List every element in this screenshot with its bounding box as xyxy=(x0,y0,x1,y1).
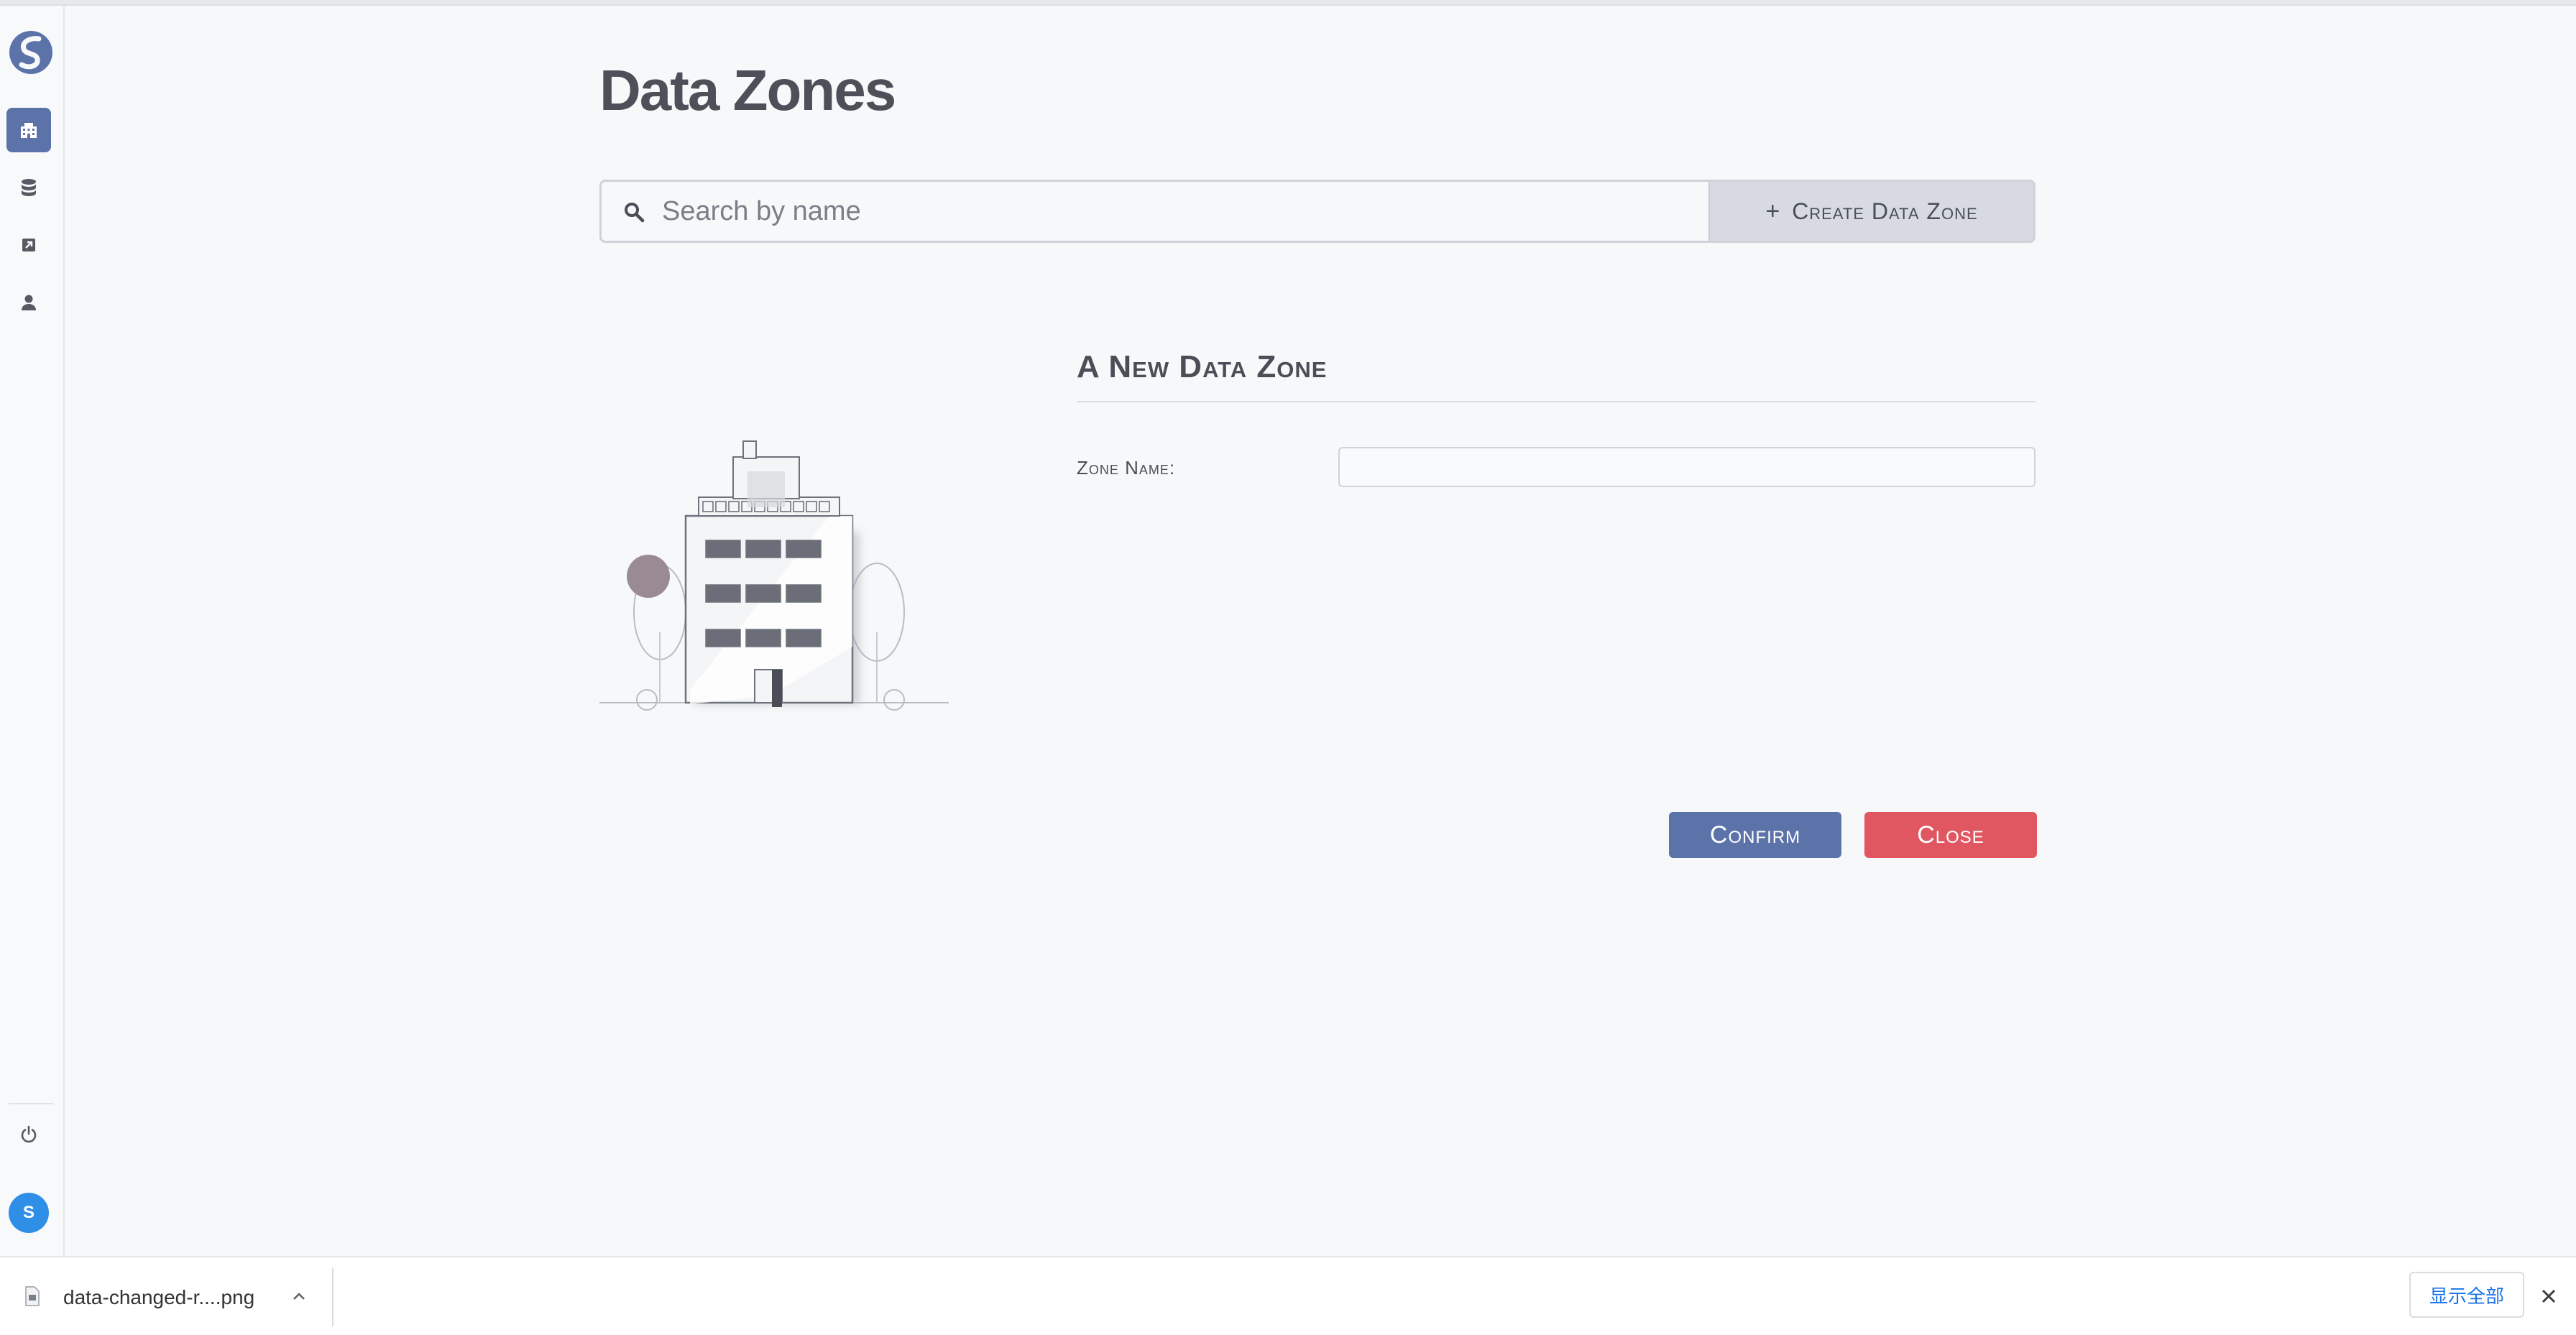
show-all-downloads-button[interactable]: 显示全部 xyxy=(2409,1272,2524,1318)
sidebar-item-databases[interactable] xyxy=(6,165,51,210)
power-icon xyxy=(21,1125,37,1143)
create-data-zone-label: Create Data Zone xyxy=(1792,198,1978,224)
app-logo-icon[interactable] xyxy=(7,29,55,76)
search-icon xyxy=(625,203,645,223)
sidebar: S xyxy=(0,6,65,1256)
form-divider xyxy=(1077,401,2036,402)
create-data-zone-button[interactable]: + Create Data Zone xyxy=(1708,182,2033,241)
sidebar-divider xyxy=(9,1103,53,1104)
database-icon xyxy=(22,179,36,196)
download-bar: data-changed-r....png 显示全部 xyxy=(0,1256,2576,1335)
building-icon xyxy=(21,123,37,138)
form-title: A New Data Zone xyxy=(1077,349,1328,384)
logout-button[interactable] xyxy=(6,1112,51,1157)
download-separator xyxy=(332,1267,334,1326)
building-illustration xyxy=(599,440,949,711)
search-bar: + Create Data Zone xyxy=(599,180,2036,243)
external-link-icon xyxy=(22,239,35,251)
user-icon xyxy=(22,295,36,310)
page-title: Data Zones xyxy=(599,58,896,122)
top-border xyxy=(0,0,2576,6)
sidebar-item-users[interactable] xyxy=(6,280,51,325)
file-icon xyxy=(25,1286,40,1306)
plus-icon: + xyxy=(1765,197,1781,225)
zone-name-input[interactable] xyxy=(1338,447,2036,487)
user-avatar[interactable]: S xyxy=(9,1193,49,1233)
close-button[interactable]: Close xyxy=(1864,812,2037,858)
sidebar-item-data-zones[interactable] xyxy=(6,108,51,152)
close-icon[interactable] xyxy=(2537,1285,2560,1308)
chevron-up-icon[interactable] xyxy=(289,1286,309,1306)
confirm-button[interactable]: Confirm xyxy=(1669,812,1841,858)
zone-name-label: Zone Name: xyxy=(1077,457,1176,479)
sidebar-item-shortcuts[interactable] xyxy=(6,223,51,267)
search-input[interactable] xyxy=(662,182,1711,241)
download-file-name[interactable]: data-changed-r....png xyxy=(63,1286,254,1309)
